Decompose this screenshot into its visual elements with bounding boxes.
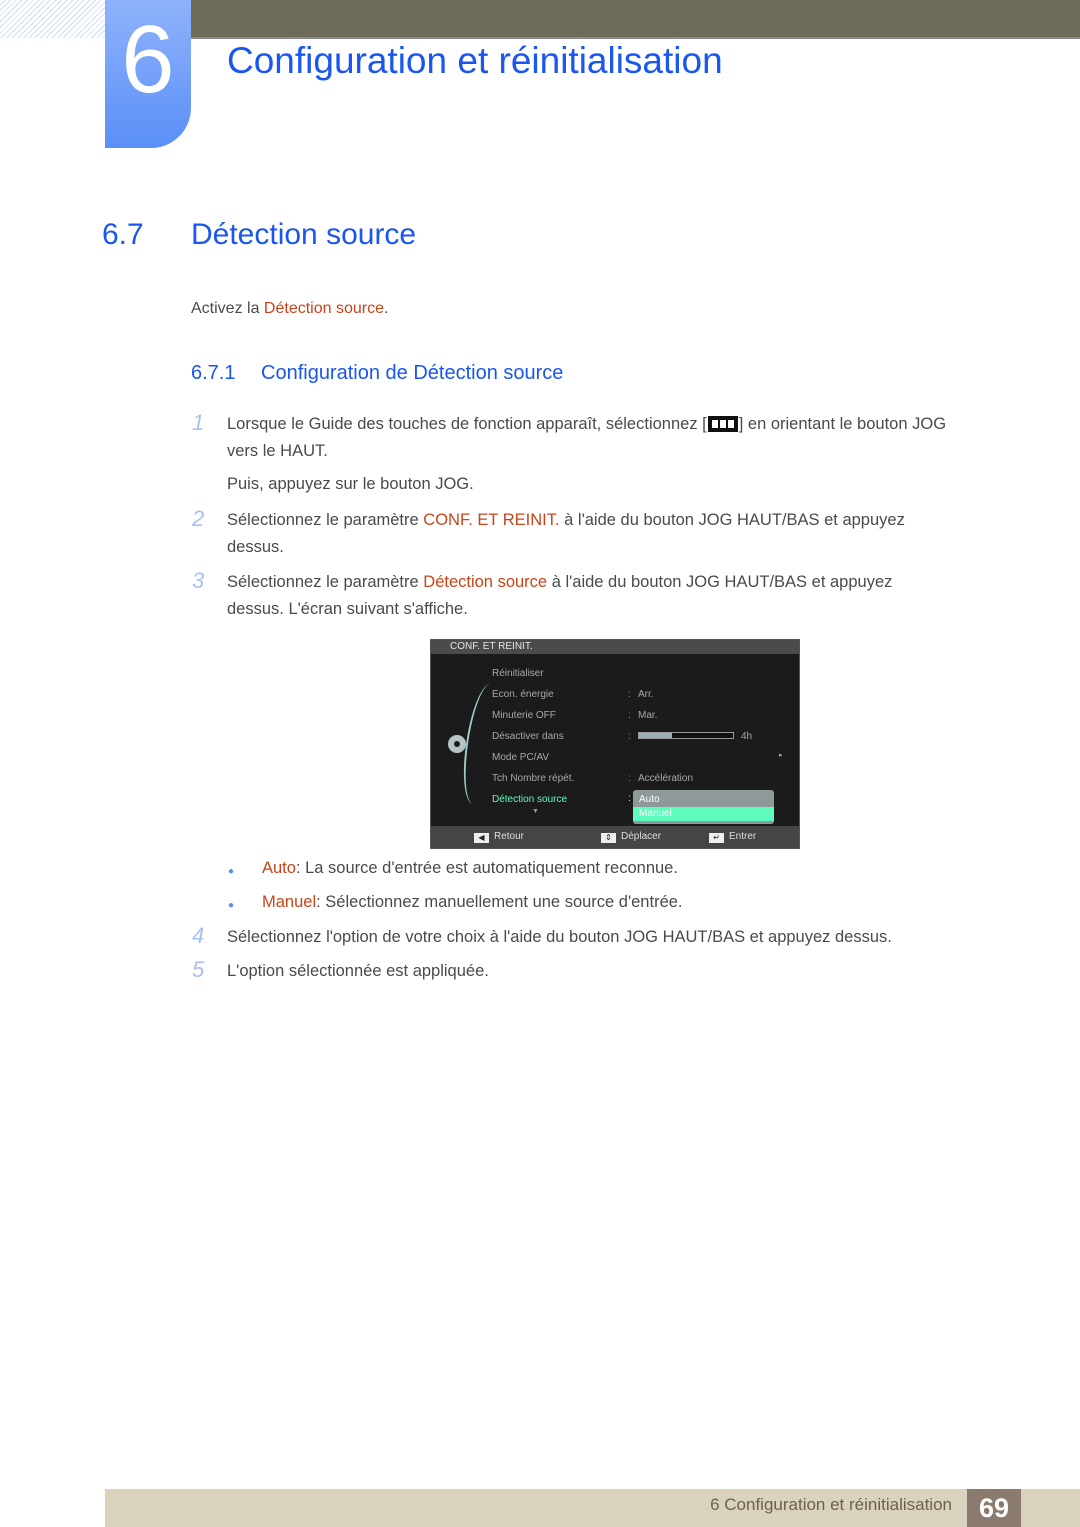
- step-text: Sélectionnez le paramètre: [227, 511, 424, 529]
- subsection-title: Configuration de Détection source: [261, 362, 564, 384]
- up-down-arrow-icon: ⇕: [601, 833, 616, 843]
- step-text: dessus.: [227, 538, 284, 556]
- step-number: 5: [192, 957, 205, 982]
- enter-icon: ↵: [709, 833, 724, 843]
- osd-row-value: Arr.: [638, 689, 654, 700]
- osd-row-label-active: Détection source: [492, 794, 568, 805]
- osd-key-label: Déplacer: [621, 831, 662, 842]
- bullet-text: : Sélectionnez manuellement une source d…: [316, 893, 683, 911]
- osd-timer-bar: [638, 732, 734, 739]
- intro-highlight: Détection source: [263, 300, 384, 317]
- page-number: 69: [967, 1489, 1021, 1527]
- osd-row-label: Mode PC/AV: [492, 752, 550, 763]
- osd-row-value: Accélération: [638, 773, 694, 784]
- bullet-item: Auto: La source d'entrée est automatique…: [262, 859, 678, 878]
- subsection-number: 6.7.1: [191, 362, 236, 384]
- step-2-text: Sélectionnez le paramètre CONF. ET REINI…: [227, 507, 1017, 561]
- page-footer: 6 Configuration et réinitialisation 69: [105, 1489, 1080, 1527]
- step-1-text: Lorsque le Guide des touches de fonction…: [227, 411, 1017, 465]
- section-title: Détection source: [191, 218, 417, 251]
- step-number: 4: [192, 923, 205, 948]
- step-highlight: Détection source: [423, 573, 548, 591]
- osd-colon: :: [628, 793, 631, 804]
- intro-paragraph: Activez la Détection source.: [191, 299, 388, 319]
- intro-text: Activez la: [191, 300, 264, 317]
- osd-colon: :: [628, 773, 631, 784]
- step-text: dessus. L'écran suivant s'affiche.: [227, 600, 468, 618]
- step-number: 2: [192, 506, 205, 531]
- osd-timer-bar-fill: [639, 733, 672, 738]
- footer-chapter-title: 6 Configuration et réinitialisation: [710, 1495, 952, 1514]
- step-4-text: Sélectionnez l'option de votre choix à l…: [227, 928, 892, 946]
- step-highlight: CONF. ET REINIT.: [423, 511, 560, 529]
- chapter-tab: 6: [105, 0, 191, 148]
- bullet-highlight: Auto: [262, 859, 296, 877]
- osd-footer: ◀ Retour ⇕ Déplacer ↵ Entrer: [431, 826, 799, 848]
- osd-colon: :: [628, 731, 631, 742]
- osd-row-label: Minuterie OFF: [492, 710, 556, 721]
- step-text: vers le HAUT.: [227, 442, 328, 460]
- menu-grid-icon: [707, 416, 738, 432]
- osd-row-label: Réinitialiser: [492, 668, 544, 679]
- osd-row-value: Mar.: [638, 710, 658, 721]
- gear-icon: [448, 735, 466, 753]
- osd-option-manuel: Manuel: [633, 807, 774, 821]
- scroll-down-icon: ▼: [532, 808, 539, 815]
- decorative-hatch: [0, 0, 105, 38]
- chapter-number: 6: [121, 6, 175, 113]
- step-5-text: L'option sélectionnée est appliquée.: [227, 962, 489, 980]
- step-text: à l'aide du bouton JOG HAUT/BAS et appuy…: [559, 511, 905, 529]
- section-number: 6.7: [102, 218, 144, 251]
- osd-menu-screenshot: CONF. ET REINIT. Réinitialiser Econ. éne…: [430, 639, 800, 849]
- osd-dropdown: Auto Manuel: [633, 790, 774, 824]
- bullet-icon: ●: [228, 866, 235, 877]
- step-text: à l'aide du bouton JOG HAUT/BAS et appuy…: [547, 573, 893, 591]
- osd-key-move: ⇕ Déplacer: [601, 830, 661, 844]
- osd-header: CONF. ET REINIT.: [431, 640, 799, 654]
- left-arrow-icon: ◀: [474, 833, 489, 843]
- osd-key-enter: ↵ Entrer: [709, 830, 756, 844]
- osd-row-value: 4h: [741, 731, 753, 742]
- intro-suffix: .: [383, 300, 389, 317]
- step-1-subtext: Puis, appuyez sur le bouton JOG.: [227, 475, 474, 493]
- step-text: Sélectionnez le paramètre: [227, 573, 424, 591]
- bullet-text: : La source d'entrée est automatiquement…: [295, 859, 678, 877]
- step-number: 1: [192, 410, 205, 435]
- step-number: 3: [192, 568, 205, 593]
- bullet-icon: ●: [228, 900, 235, 911]
- header-bar: [190, 0, 1080, 39]
- osd-colon: :: [628, 710, 631, 721]
- osd-row-label: Désactiver dans: [492, 731, 564, 742]
- bullet-item: Manuel: Sélectionnez manuellement une so…: [262, 893, 683, 912]
- osd-key-label: Entrer: [729, 831, 757, 842]
- osd-row-label: Econ. énergie: [492, 689, 554, 700]
- submenu-arrow-icon: ▸: [779, 752, 783, 759]
- osd-key-back: ◀ Retour: [474, 830, 524, 844]
- step-text: Lorsque le Guide des touches de fonction…: [227, 415, 707, 433]
- bullet-highlight: Manuel: [262, 893, 317, 911]
- chapter-title: Configuration et réinitialisation: [227, 40, 723, 81]
- osd-option-auto: Auto: [639, 794, 660, 805]
- osd-colon: :: [628, 689, 631, 700]
- step-text: ] en orientant le bouton JOG: [738, 415, 947, 433]
- step-3-text: Sélectionnez le paramètre Détection sour…: [227, 569, 1017, 623]
- osd-key-label: Retour: [494, 831, 525, 842]
- osd-row-label: Tch Nombre répét.: [492, 773, 575, 784]
